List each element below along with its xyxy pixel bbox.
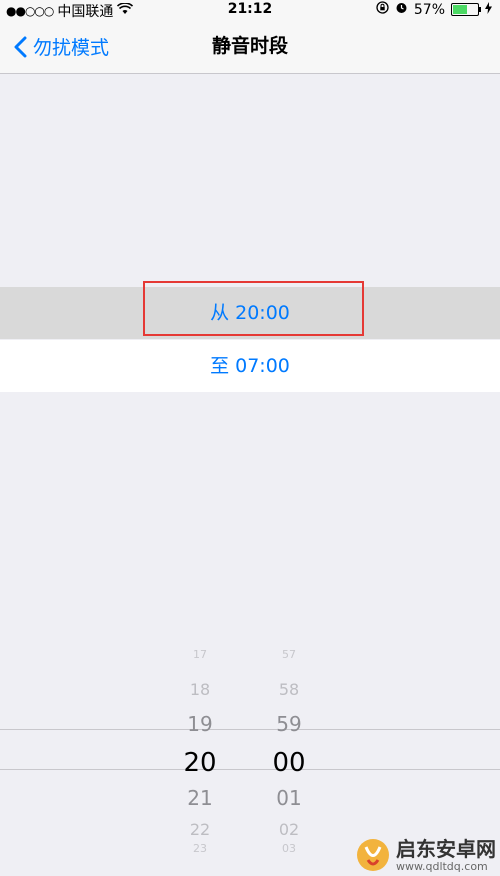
battery-label: 57% [413, 1, 445, 18]
minute-selected-value[interactable]: 00 [254, 748, 324, 778]
status-bar: ●●○○○ 中国联通 21:12 57% [0, 0, 500, 20]
picker-selection-bottom-line [0, 769, 500, 770]
hour-selected-value[interactable]: 20 [165, 748, 235, 778]
alarm-icon [395, 1, 408, 18]
page-title: 静音时段 [211, 35, 288, 57]
minute-value[interactable]: 57 [254, 648, 324, 661]
from-time-row[interactable]: 从 20:00 [0, 287, 500, 339]
hour-value[interactable]: 19 [165, 712, 235, 736]
minute-value[interactable]: 02 [254, 820, 324, 839]
status-right: 57% [376, 1, 492, 18]
to-time-row[interactable]: 至 07:00 [0, 340, 500, 392]
battery-fill [453, 5, 467, 14]
hour-value[interactable]: 17 [165, 648, 235, 661]
picker-selection-top-line [0, 729, 500, 730]
minute-value[interactable]: 59 [254, 712, 324, 736]
hour-value[interactable]: 23 [165, 842, 235, 855]
battery-icon [451, 3, 481, 16]
charging-icon [485, 1, 492, 18]
watermark-title: 启东安卓网 [396, 836, 496, 861]
minute-value[interactable]: 58 [254, 680, 324, 699]
minute-value[interactable]: 03 [254, 842, 324, 855]
hour-value[interactable]: 21 [165, 786, 235, 810]
watermark-url: www.qdltdq.com [396, 859, 488, 873]
rotation-lock-icon [376, 1, 389, 18]
brand-logo-icon [357, 839, 389, 871]
watermark-logo: 启东安卓网 www.qdltdq.com [356, 838, 496, 872]
hour-value[interactable]: 22 [165, 820, 235, 839]
navigation-bar: 勿扰模式 静音时段 [0, 20, 500, 74]
minute-value[interactable]: 01 [254, 786, 324, 810]
hour-value[interactable]: 18 [165, 680, 235, 699]
